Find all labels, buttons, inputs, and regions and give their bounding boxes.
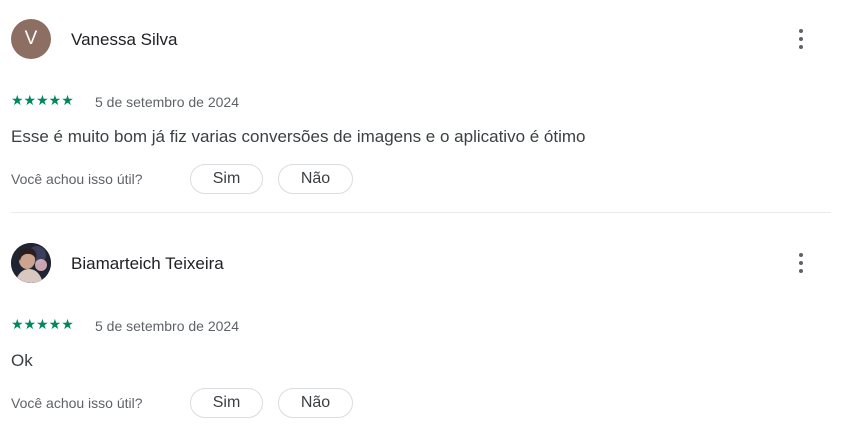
avatar-photo bbox=[11, 243, 51, 283]
helpful-no-button[interactable]: Não bbox=[278, 164, 353, 194]
review-author: Vanessa Silva bbox=[71, 30, 178, 49]
avatar bbox=[11, 243, 51, 283]
star-rating: ★★★★★ bbox=[11, 92, 74, 108]
avatar: V bbox=[11, 19, 51, 59]
review-text: Ok bbox=[11, 351, 33, 370]
review-text: Esse é muito bom já fiz varias conversõe… bbox=[11, 127, 586, 146]
review-author: Biamarteich Teixeira bbox=[71, 254, 224, 273]
helpful-question: Você achou isso útil? bbox=[11, 171, 143, 187]
more-options-button[interactable] bbox=[789, 25, 813, 53]
review-date: 5 de setembro de 2024 bbox=[95, 318, 239, 334]
more-options-button[interactable] bbox=[789, 249, 813, 277]
star-rating: ★★★★★ bbox=[11, 316, 74, 332]
review-date: 5 de setembro de 2024 bbox=[95, 94, 239, 110]
divider bbox=[11, 212, 831, 213]
avatar-letter: V bbox=[24, 28, 38, 49]
review-card: Biamarteich Teixeira ★★★★★ 5 de setembro… bbox=[0, 224, 842, 427]
more-vert-icon bbox=[799, 29, 803, 33]
helpful-no-button[interactable]: Não bbox=[278, 388, 353, 418]
helpful-yes-button[interactable]: Sim bbox=[190, 388, 263, 418]
more-vert-icon bbox=[799, 253, 803, 257]
helpful-question: Você achou isso útil? bbox=[11, 395, 143, 411]
review-card: V Vanessa Silva ★★★★★ 5 de setembro de 2… bbox=[0, 0, 842, 213]
helpful-yes-button[interactable]: Sim bbox=[190, 164, 263, 194]
